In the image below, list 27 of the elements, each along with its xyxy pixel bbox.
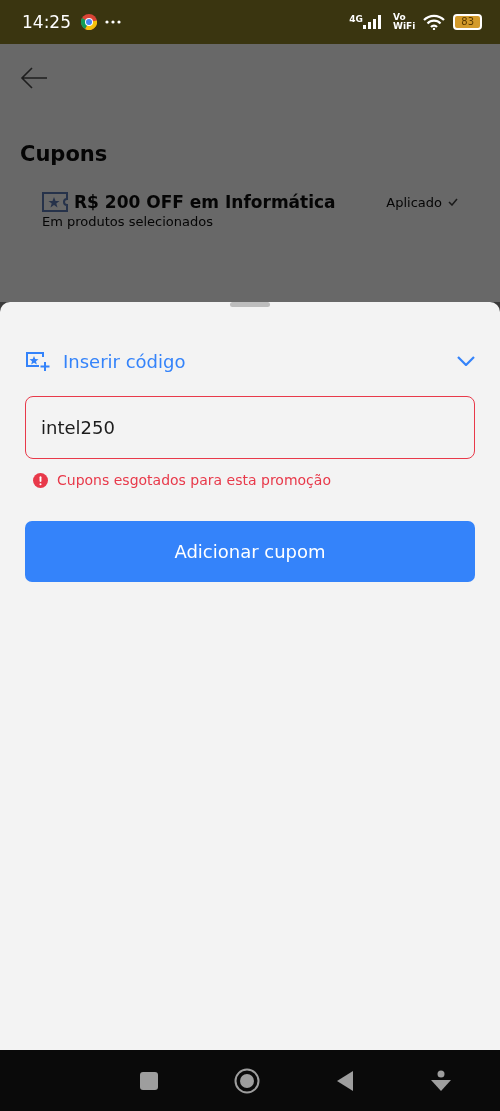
coupon-card[interactable]: R$ 200 OFF em Informática Aplicado Em produtos selecionados — [20, 186, 480, 239]
wifi-label: WiFi — [393, 22, 416, 31]
section-title: Inserir código — [63, 350, 186, 372]
ticket-icon — [42, 192, 68, 212]
more-icon — [105, 20, 121, 24]
error-icon — [33, 472, 48, 488]
assist-icon[interactable] — [430, 1069, 452, 1092]
status-time: 14:25 — [22, 12, 71, 32]
home-icon[interactable] — [234, 1067, 260, 1094]
recents-icon[interactable] — [140, 1071, 158, 1090]
coupon-subtitle: Em produtos selecionados — [42, 214, 214, 229]
wifi-icon — [423, 14, 446, 30]
coupon-code-field[interactable]: intel250 — [25, 396, 475, 459]
ticket-plus-icon — [25, 350, 51, 372]
battery-indicator: 83 — [453, 14, 482, 30]
back-arrow-icon[interactable] — [20, 66, 48, 90]
back-icon[interactable] — [336, 1069, 354, 1092]
error-message: Cupons esgotados para esta promoção — [57, 472, 331, 488]
drag-handle[interactable] — [230, 302, 270, 307]
volte-label: Vo — [393, 13, 407, 22]
browser-icon — [81, 14, 97, 30]
coupon-status: Aplicado — [386, 194, 442, 210]
insert-code-header[interactable]: Inserir código — [25, 350, 475, 372]
page-title: Cupons — [20, 142, 109, 166]
add-coupon-button[interactable]: Adicionar cupom — [25, 521, 475, 582]
coupon-title: R$ 200 OFF em Informática — [74, 192, 336, 212]
network-label: 4G — [349, 14, 363, 24]
